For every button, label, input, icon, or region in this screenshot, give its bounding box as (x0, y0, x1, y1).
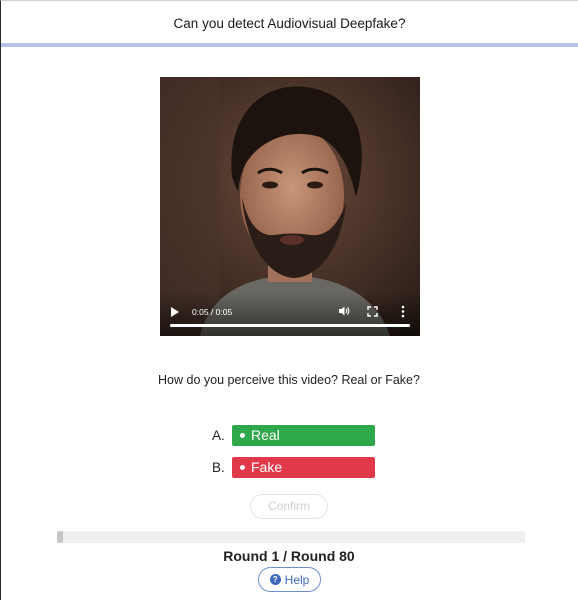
play-icon[interactable] (170, 306, 180, 318)
round-progress-bar (57, 531, 525, 543)
video-time: 0:05 / 0:05 (192, 307, 233, 317)
help-button[interactable]: ? Help (258, 567, 321, 592)
video-controls: 0:05 / 0:05 (160, 292, 420, 336)
page-header: Can you detect Audiovisual Deepfake? (1, 1, 578, 47)
option-label: Real (251, 427, 280, 443)
option-label: Fake (251, 459, 283, 475)
question-text: How do you perceive this video? Real or … (158, 373, 420, 387)
bullet-icon (240, 464, 245, 470)
real-button[interactable]: Real (232, 424, 375, 446)
help-label: Help (284, 572, 310, 587)
round-progress-fill (57, 531, 63, 543)
option-letter: B. (212, 459, 225, 475)
option-letter: A. (212, 427, 225, 443)
video-seek-fill (170, 324, 410, 327)
option-real: A. Real (212, 424, 375, 446)
page-title: Can you detect Audiovisual Deepfake? (173, 16, 406, 31)
confirm-button[interactable]: Confirm (250, 494, 328, 519)
volume-icon[interactable] (338, 305, 350, 317)
more-options-icon[interactable] (400, 305, 406, 318)
question-circle-icon: ? (269, 574, 281, 585)
bullet-icon (240, 432, 245, 438)
round-counter: Round 1 / Round 80 (223, 548, 355, 564)
option-fake: B. Fake (212, 456, 375, 478)
fullscreen-icon[interactable] (367, 306, 378, 317)
video-player[interactable]: 0:05 / 0:05 (160, 77, 420, 336)
fake-button[interactable]: Fake (232, 456, 375, 478)
video-seek-bar[interactable] (170, 324, 410, 327)
